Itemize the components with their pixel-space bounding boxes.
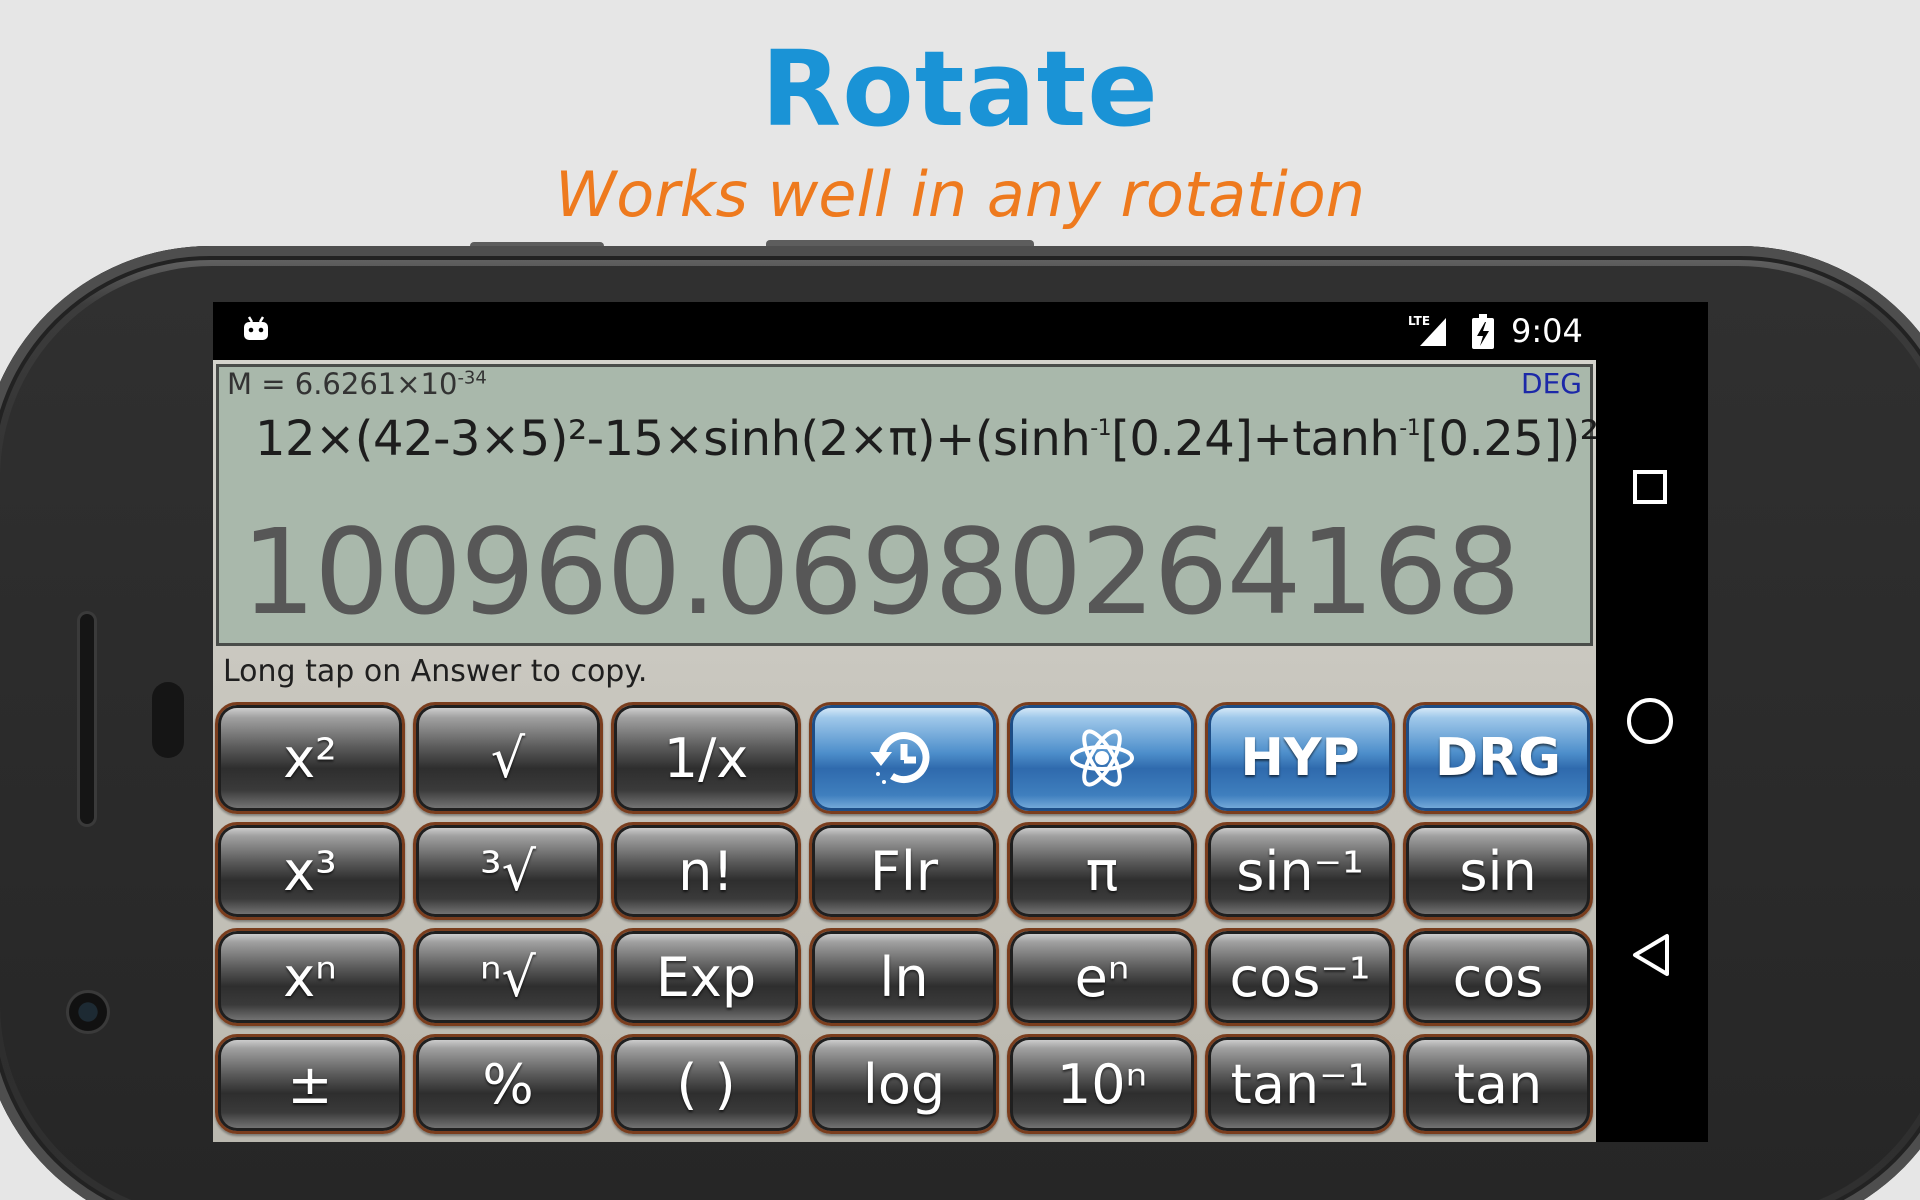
- key-history[interactable]: [809, 702, 999, 814]
- phone-camera: [66, 990, 110, 1034]
- key-label: sin: [1459, 840, 1536, 903]
- key-label: Exp: [656, 946, 756, 1009]
- expression-part: [0.24]+tanh: [1111, 411, 1399, 467]
- key-log[interactable]: log: [809, 1034, 999, 1134]
- key-label: x²: [283, 727, 337, 790]
- key-label: HYP: [1240, 728, 1359, 788]
- key-label: xⁿ: [283, 946, 336, 1009]
- key-label: n!: [678, 840, 734, 903]
- key-label: %: [482, 1053, 533, 1116]
- key-label: x³: [283, 840, 337, 903]
- key-xⁿ[interactable]: xⁿ: [215, 928, 405, 1026]
- key-Flr[interactable]: Flr: [809, 822, 999, 920]
- key-ⁿ√[interactable]: ⁿ√: [413, 928, 603, 1026]
- key-label: √: [491, 727, 525, 790]
- key-tan[interactable]: tan: [1403, 1034, 1593, 1134]
- phone-sensor: [152, 682, 184, 758]
- answer-value[interactable]: 100960.0698026416­8: [241, 503, 1519, 641]
- key-tan⁻¹[interactable]: tan⁻¹: [1205, 1034, 1395, 1134]
- calculator-display[interactable]: M = 6.6261×10-34 DEG 12×(42-3×5)²-15×sin…: [216, 364, 1593, 646]
- key-label: log: [863, 1053, 945, 1116]
- key-cos[interactable]: cos: [1403, 928, 1593, 1026]
- history-icon: [864, 718, 944, 798]
- home-circle-icon[interactable]: [1627, 698, 1673, 744]
- key-x³[interactable]: x³: [215, 822, 405, 920]
- expression-part: 12×(42-3×5)²-15×sinh(2×π)+(sinh: [255, 411, 1090, 467]
- atom-icon: [1062, 718, 1142, 798]
- memory-value: M = 6.6261×10-34: [227, 367, 487, 401]
- key-label: tan: [1454, 1053, 1543, 1116]
- angle-mode: DEG: [1521, 367, 1582, 400]
- phone-screen: LTE 9:04 M = 6.6261×10-34 DEG 12×(42-3×5…: [213, 302, 1708, 1142]
- key-label: eⁿ: [1075, 946, 1130, 1009]
- key-label: ( ): [676, 1053, 735, 1116]
- key-HYP[interactable]: HYP: [1205, 702, 1395, 814]
- key-label: Flr: [870, 840, 938, 903]
- phone-speaker: [80, 614, 94, 824]
- key-³√[interactable]: ³√: [413, 822, 603, 920]
- back-triangle-icon[interactable]: [1631, 932, 1671, 978]
- expression-part: [0.25])²: [1420, 411, 1598, 467]
- key-label: ln: [879, 946, 928, 1009]
- memory-exponent: -34: [457, 367, 486, 388]
- expression-superscript: -1: [1090, 416, 1111, 441]
- android-notification-icon: [241, 314, 271, 344]
- battery-icon: [1471, 314, 1495, 350]
- key-π[interactable]: π: [1007, 822, 1197, 920]
- key-%[interactable]: %: [413, 1034, 603, 1134]
- key-label: cos⁻¹: [1229, 946, 1370, 1009]
- promo-subtitle: Works well in any rotation: [0, 158, 1920, 231]
- calculator-app: M = 6.6261×10-34 DEG 12×(42-3×5)²-15×sin…: [213, 360, 1596, 1142]
- key-n![interactable]: n!: [611, 822, 801, 920]
- key-x²[interactable]: x²: [215, 702, 405, 814]
- key-sin[interactable]: sin: [1403, 822, 1593, 920]
- key-label: ±: [287, 1053, 332, 1116]
- expression-superscript: -1: [1399, 416, 1420, 441]
- promo-title: Rotate: [0, 28, 1920, 150]
- key-label: tan⁻¹: [1231, 1053, 1370, 1116]
- key-label: sin⁻¹: [1236, 840, 1364, 903]
- status-bar: LTE 9:04: [213, 302, 1708, 360]
- key-eⁿ[interactable]: eⁿ: [1007, 928, 1197, 1026]
- key-label: 1/x: [664, 727, 749, 790]
- key-label: π: [1086, 840, 1119, 903]
- keypad: x² √ 1/x HYP DRG x³ ³√ n! Flr π sin⁻¹ sin xⁿ ⁿ√ Exp ln e…: [215, 702, 1596, 1138]
- recents-square-icon[interactable]: [1633, 470, 1667, 504]
- key-10ⁿ[interactable]: 10ⁿ: [1007, 1034, 1197, 1134]
- key-label: DRG: [1435, 728, 1561, 788]
- signal-icon: LTE: [1408, 312, 1452, 348]
- key-cos⁻¹[interactable]: cos⁻¹: [1205, 928, 1395, 1026]
- copy-hint: Long tap on Answer to copy.: [223, 654, 647, 689]
- key-±[interactable]: ±: [215, 1034, 405, 1134]
- key-()[interactable]: ( ): [611, 1034, 801, 1134]
- key-1/x[interactable]: 1/x: [611, 702, 801, 814]
- key-√[interactable]: √: [413, 702, 603, 814]
- screenshot: Rotate Works well in any rotation LTE: [0, 0, 1920, 1200]
- key-label: ⁿ√: [480, 946, 536, 1009]
- key-label: ³√: [480, 840, 536, 903]
- key-label: cos: [1453, 946, 1544, 1009]
- status-clock: 9:04: [1511, 312, 1583, 350]
- network-label: LTE: [1408, 314, 1430, 328]
- key-ln[interactable]: ln: [809, 928, 999, 1026]
- key-atom[interactable]: [1007, 702, 1197, 814]
- memory-mantissa: M = 6.6261×10: [227, 367, 457, 401]
- key-Exp[interactable]: Exp: [611, 928, 801, 1026]
- key-sin⁻¹[interactable]: sin⁻¹: [1205, 822, 1395, 920]
- key-label: 10ⁿ: [1057, 1053, 1147, 1116]
- key-DRG[interactable]: DRG: [1403, 702, 1593, 814]
- expression-line[interactable]: 12×(42-3×5)²-15×sinh(2×π)+(sinh-1[0.24]+…: [255, 411, 1599, 467]
